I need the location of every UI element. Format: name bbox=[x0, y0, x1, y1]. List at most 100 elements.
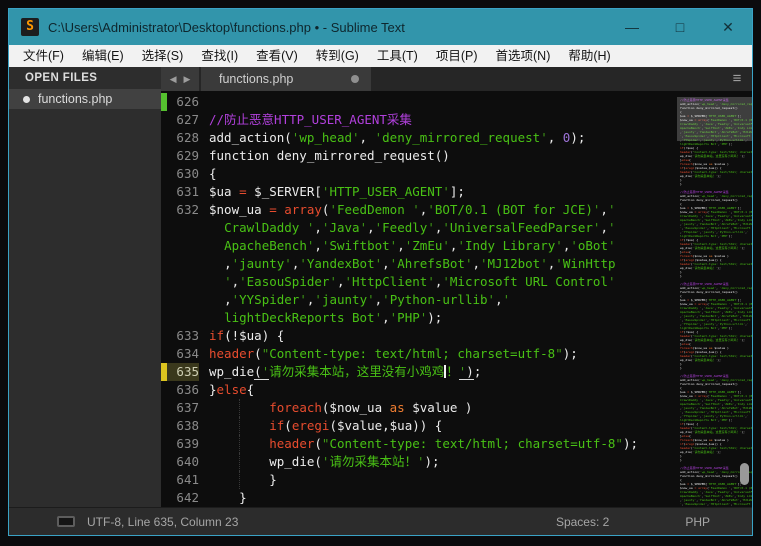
menu-item-help[interactable]: 帮助(H) bbox=[559, 45, 619, 67]
line-number: 633 bbox=[167, 327, 199, 345]
scrollbar-thumb[interactable] bbox=[740, 463, 749, 485]
code-text: wp_die('请勿采集本站！'); bbox=[199, 453, 677, 471]
indent-guide bbox=[239, 435, 240, 453]
code-line-wrap[interactable]: ApacheBench','Swiftbot','ZmEu','Indy Lib… bbox=[161, 237, 677, 255]
code-text: $now_ua = array('FeedDemon ','BOT/0.1 (B… bbox=[199, 201, 677, 219]
code-line-634[interactable]: 634header("Content-type: text/html; char… bbox=[161, 345, 677, 363]
line-number bbox=[167, 291, 199, 309]
code-line-628[interactable]: 628add_action('wp_head', 'deny_mirrored_… bbox=[161, 129, 677, 147]
tab-functions-php[interactable]: functions.php bbox=[201, 67, 371, 91]
code-text bbox=[199, 93, 677, 111]
line-number: 637 bbox=[167, 399, 199, 417]
sublime-logo-icon: S bbox=[21, 18, 39, 36]
menubar: 文件(F)编辑(E)选择(S)查找(I)查看(V)转到(G)工具(T)项目(P)… bbox=[9, 45, 752, 67]
line-number bbox=[167, 237, 199, 255]
code-line-629[interactable]: 629function deny_mirrored_request() bbox=[161, 147, 677, 165]
minimap-viewport[interactable] bbox=[677, 97, 752, 141]
code-line-wrap[interactable]: ,'YYSpider','jaunty','Python-urllib',' bbox=[161, 291, 677, 309]
code-line-632[interactable]: 632$now_ua = array('FeedDemon ','BOT/0.1… bbox=[161, 201, 677, 219]
tab-bar: ◀ ▶ functions.php ≡ bbox=[161, 67, 752, 91]
line-number: 629 bbox=[167, 147, 199, 165]
code-text: $ua = $_SERVER['HTTP_USER_AGENT']; bbox=[199, 183, 677, 201]
line-number: 638 bbox=[167, 417, 199, 435]
code-line-633[interactable]: 633if(!$ua) { bbox=[161, 327, 677, 345]
code-line-631[interactable]: 631$ua = $_SERVER['HTTP_USER_AGENT']; bbox=[161, 183, 677, 201]
code-area[interactable]: 626627//防止恶意HTTP_USER_AGENT采集628add_acti… bbox=[161, 91, 677, 507]
close-button[interactable]: ✕ bbox=[704, 9, 752, 45]
editor: 626627//防止恶意HTTP_USER_AGENT采集628add_acti… bbox=[161, 91, 752, 507]
maximize-button[interactable]: □ bbox=[656, 9, 704, 45]
code-line-640[interactable]: 640 wp_die('请勿采集本站！'); bbox=[161, 453, 677, 471]
code-text: }else{ bbox=[199, 381, 677, 399]
code-text: if(!$ua) { bbox=[199, 327, 677, 345]
tab-overflow-menu-icon[interactable]: ≡ bbox=[722, 67, 752, 91]
code-line-636[interactable]: 636}else{ bbox=[161, 381, 677, 399]
menu-item-project[interactable]: 项目(P) bbox=[427, 45, 487, 67]
sidebar-item-functions-php[interactable]: functions.php bbox=[9, 89, 161, 109]
code-line-627[interactable]: 627//防止恶意HTTP_USER_AGENT采集 bbox=[161, 111, 677, 129]
code-line-639[interactable]: 639 header("Content-type: text/html; cha… bbox=[161, 435, 677, 453]
status-indentation[interactable]: Spaces: 2 bbox=[556, 515, 609, 529]
line-number: 640 bbox=[167, 453, 199, 471]
menu-item-edit[interactable]: 编辑(E) bbox=[73, 45, 133, 67]
code-text: function deny_mirrored_request() bbox=[199, 147, 677, 165]
menu-item-file[interactable]: 文件(F) bbox=[14, 45, 73, 67]
status-bar: UTF-8, Line 635, Column 23 Spaces: 2 PHP bbox=[9, 507, 752, 535]
indent-guide bbox=[239, 453, 240, 471]
code-line-wrap[interactable]: ','EasouSpider','HttpClient','Microsoft … bbox=[161, 273, 677, 291]
code-line-wrap[interactable]: CrawlDaddy ','Java','Feedly','UniversalF… bbox=[161, 219, 677, 237]
code-line-wrap[interactable]: ,'jaunty','YandexBot','AhrefsBot','MJ12b… bbox=[161, 255, 677, 273]
code-line-638[interactable]: 638 if(eregi($value,$ua)) { bbox=[161, 417, 677, 435]
menu-item-tools[interactable]: 工具(T) bbox=[368, 45, 427, 67]
code-text: ','EasouSpider','HttpClient','Microsoft … bbox=[199, 273, 677, 291]
tab-back-icon[interactable]: ◀ bbox=[170, 74, 177, 85]
menu-item-goto[interactable]: 转到(G) bbox=[307, 45, 368, 67]
code-text: wp_die('请勿采集本站，这里没有小鸡鸡！'); bbox=[199, 363, 677, 381]
sidebar: OPEN FILES functions.php bbox=[9, 67, 161, 507]
code-line-626[interactable]: 626 bbox=[161, 93, 677, 111]
status-syntax[interactable]: PHP bbox=[685, 515, 710, 529]
code-line-637[interactable]: 637 foreach($now_ua as $value ) bbox=[161, 399, 677, 417]
sublime-window: S C:\Users\Administrator\Desktop\functio… bbox=[8, 8, 753, 536]
code-line-641[interactable]: 641 } bbox=[161, 471, 677, 489]
line-number bbox=[167, 219, 199, 237]
line-number: 635 bbox=[167, 363, 199, 381]
menu-item-view[interactable]: 查看(V) bbox=[247, 45, 307, 67]
tab-modified-dot-icon bbox=[351, 75, 359, 83]
window-title: C:\Users\Administrator\Desktop\functions… bbox=[48, 20, 608, 35]
open-file-bullet-icon bbox=[23, 96, 30, 103]
code-line-630[interactable]: 630{ bbox=[161, 165, 677, 183]
code-text: ,'jaunty','YandexBot','AhrefsBot','MJ12b… bbox=[199, 255, 677, 273]
line-number: 628 bbox=[167, 129, 199, 147]
code-text: ApacheBench','Swiftbot','ZmEu','Indy Lib… bbox=[199, 237, 677, 255]
code-text: //防止恶意HTTP_USER_AGENT采集 bbox=[199, 111, 677, 129]
tab-forward-icon[interactable]: ▶ bbox=[184, 74, 191, 85]
line-number: 627 bbox=[167, 111, 199, 129]
line-number: 634 bbox=[167, 345, 199, 363]
code-text: header("Content-type: text/html; charset… bbox=[199, 435, 677, 453]
minimap[interactable]: //防止恶意HTTP_USER_AGENT采集add_action('wp_he… bbox=[677, 91, 752, 507]
code-text: foreach($now_ua as $value ) bbox=[199, 399, 677, 417]
line-number bbox=[167, 309, 199, 327]
code-text: } bbox=[199, 489, 677, 507]
open-files-header: OPEN FILES bbox=[9, 67, 161, 89]
line-number: 636 bbox=[167, 381, 199, 399]
line-number: 631 bbox=[167, 183, 199, 201]
indent-guide bbox=[239, 471, 240, 489]
menu-item-selection[interactable]: 选择(S) bbox=[133, 45, 193, 67]
sidebar-file-label: functions.php bbox=[38, 92, 112, 106]
code-line-635[interactable]: 635wp_die('请勿采集本站，这里没有小鸡鸡！'); bbox=[161, 363, 677, 381]
menu-item-preferences[interactable]: 首选项(N) bbox=[487, 45, 560, 67]
status-record-icon[interactable] bbox=[57, 516, 75, 527]
menu-item-find[interactable]: 查找(I) bbox=[192, 45, 247, 67]
line-number: 639 bbox=[167, 435, 199, 453]
line-number bbox=[167, 255, 199, 273]
line-number bbox=[167, 273, 199, 291]
line-number: 626 bbox=[167, 93, 199, 111]
window-titlebar[interactable]: S C:\Users\Administrator\Desktop\functio… bbox=[9, 9, 752, 45]
code-text: add_action('wp_head', 'deny_mirrored_req… bbox=[199, 129, 677, 147]
minimize-button[interactable]: — bbox=[608, 9, 656, 45]
line-number: 641 bbox=[167, 471, 199, 489]
code-line-wrap[interactable]: lightDeckReports Bot','PHP'); bbox=[161, 309, 677, 327]
code-line-642[interactable]: 642 } bbox=[161, 489, 677, 507]
